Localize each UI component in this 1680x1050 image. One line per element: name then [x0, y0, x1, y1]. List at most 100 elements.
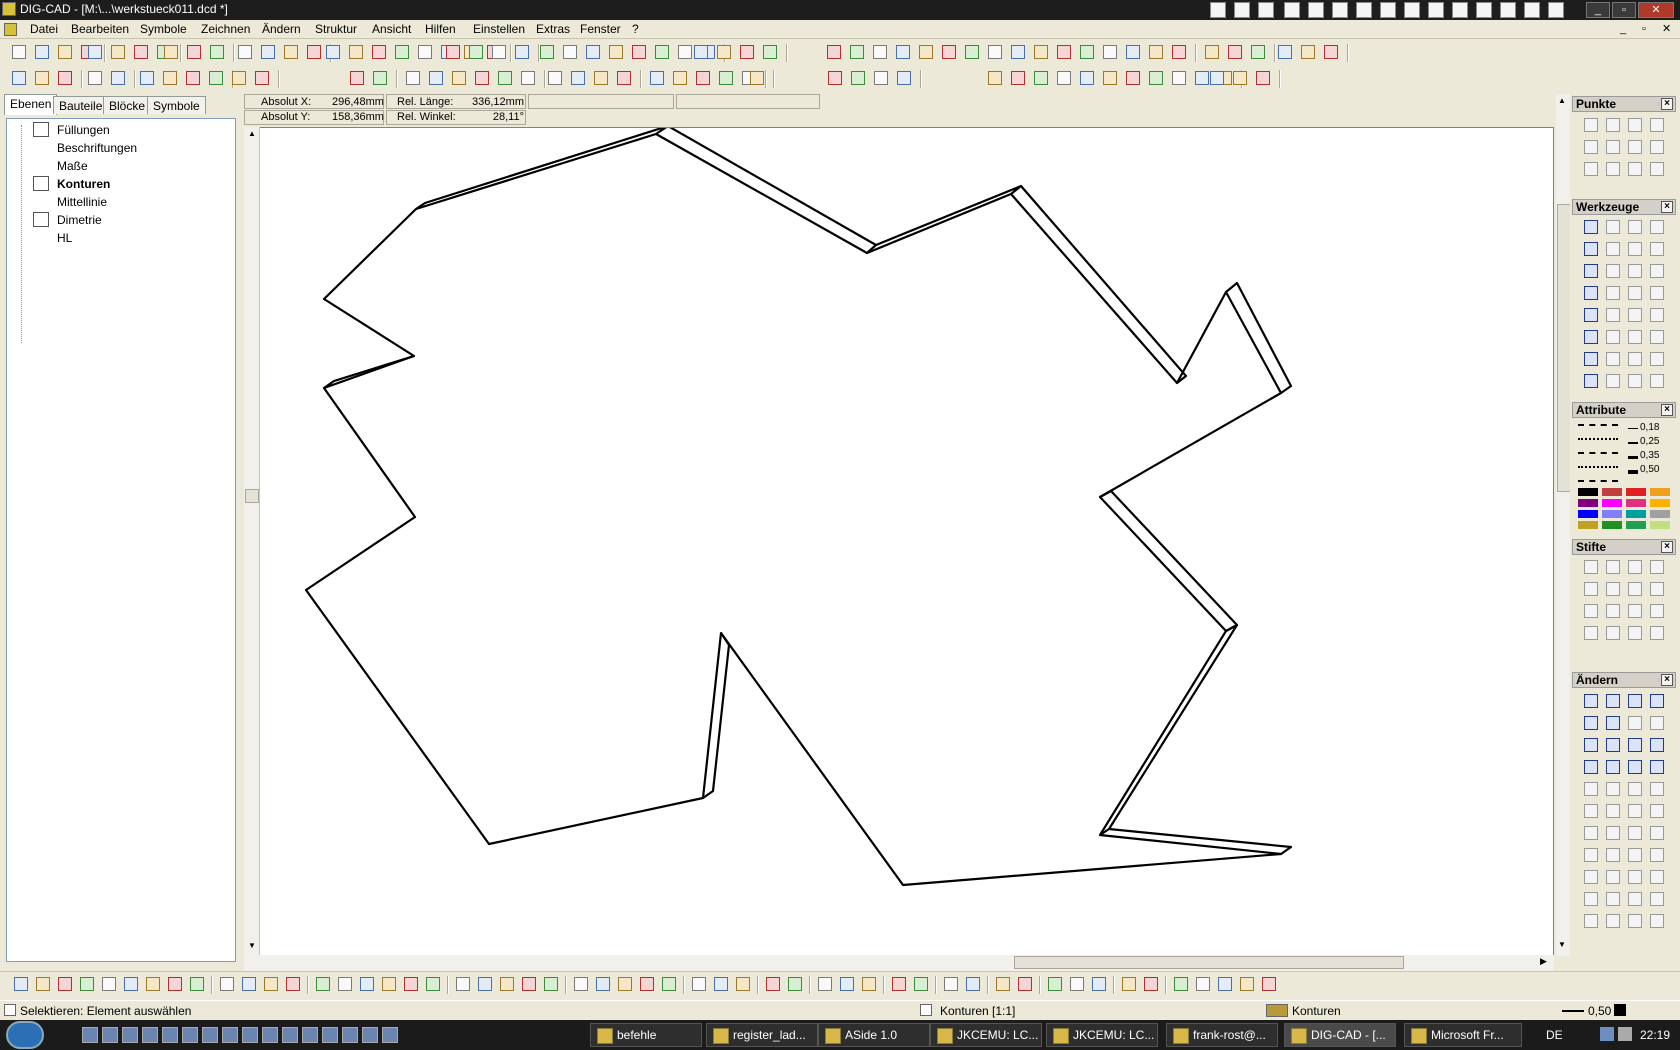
toolbar-tool-icon[interactable] — [305, 43, 323, 61]
panel-tool-icon[interactable] — [1604, 558, 1622, 576]
panel-tool-icon[interactable] — [1604, 780, 1622, 798]
toolbar-tool-icon[interactable] — [253, 69, 271, 87]
mdi-minimize-icon[interactable]: _ — [1620, 23, 1626, 35]
toolbar-tool-icon[interactable] — [986, 43, 1004, 61]
color-swatch[interactable] — [1578, 510, 1598, 518]
quick-app-icon[interactable] — [1428, 2, 1444, 18]
panel-tool-icon[interactable] — [1648, 284, 1666, 302]
panel-tool-icon[interactable] — [1626, 624, 1644, 642]
toolbar-tool-icon[interactable] — [56, 43, 74, 61]
panel-tool-icon[interactable] — [1604, 240, 1622, 258]
panel-tool-icon[interactable] — [1604, 714, 1622, 732]
toolbar-tool-icon[interactable] — [1046, 975, 1064, 993]
tab-symbole[interactable]: Symbole — [147, 96, 206, 114]
layer-type-icon[interactable] — [33, 176, 49, 191]
app-icon[interactable] — [2, 2, 16, 16]
toolbar-tool-icon[interactable] — [1147, 69, 1165, 87]
panel-tool-icon[interactable] — [1626, 116, 1644, 134]
toolbar-tool-icon[interactable] — [1055, 43, 1073, 61]
toolbar-tool-icon[interactable] — [940, 43, 958, 61]
panel-tool-icon[interactable] — [1604, 736, 1622, 754]
toolbar-tool-icon[interactable] — [132, 43, 150, 61]
toolbar-tool-icon[interactable] — [56, 69, 74, 87]
color-swatch[interactable] — [1626, 521, 1646, 529]
toolbar-tool-icon[interactable] — [78, 975, 96, 993]
panel-tool-icon[interactable] — [1648, 692, 1666, 710]
layer-item[interactable]: Konturen — [57, 177, 110, 191]
panel-tool-icon[interactable] — [1582, 890, 1600, 908]
menu-struktur[interactable]: Struktur — [315, 22, 357, 36]
toolbar-tool-icon[interactable] — [816, 975, 834, 993]
toolbar-tool-icon[interactable] — [240, 975, 258, 993]
toolbar-tool-icon[interactable] — [748, 69, 766, 87]
panel-tool-icon[interactable] — [1648, 580, 1666, 598]
layer-item[interactable]: Mittellinie — [57, 195, 107, 209]
panel-tool-icon[interactable] — [1626, 580, 1644, 598]
canvas-left-scrollbar[interactable]: ▲ ▼ — [244, 127, 260, 957]
panel-tool-icon[interactable] — [1604, 116, 1622, 134]
panel-tool-icon[interactable] — [1582, 846, 1600, 864]
toolbar-tool-icon[interactable] — [1249, 43, 1267, 61]
quick-app-icon[interactable] — [1234, 2, 1250, 18]
scroll-right-icon[interactable]: ▶ — [1540, 956, 1547, 967]
panel-tool-icon[interactable] — [1626, 868, 1644, 886]
toolbar-tool-icon[interactable] — [1055, 69, 1073, 87]
quick-launch-icon[interactable] — [242, 1027, 258, 1043]
toolbar-tool-icon[interactable] — [849, 69, 867, 87]
toolbar-tool-icon[interactable] — [56, 975, 74, 993]
toolbar-tool-icon[interactable] — [848, 43, 866, 61]
toolbar-tool-icon[interactable] — [1299, 43, 1317, 61]
toolbar-tool-icon[interactable] — [348, 69, 366, 87]
toolbar-tool-icon[interactable] — [473, 69, 491, 87]
toolbar-tool-icon[interactable] — [109, 43, 127, 61]
toolbar-tool-icon[interactable] — [86, 69, 104, 87]
quick-app-icon[interactable] — [1380, 2, 1396, 18]
toolbar-tool-icon[interactable] — [690, 975, 708, 993]
toolbar-tool-icon[interactable] — [1101, 43, 1119, 61]
panel-tool-icon[interactable] — [1582, 306, 1600, 324]
close-icon[interactable]: × — [1661, 404, 1673, 416]
toolbar-tool-icon[interactable] — [33, 69, 51, 87]
menu-bearbeiten[interactable]: Bearbeiten — [71, 22, 129, 36]
toolbar-tool-icon[interactable] — [1120, 975, 1138, 993]
panel-tool-icon[interactable] — [1648, 912, 1666, 930]
toolbar-tool-icon[interactable] — [986, 69, 1004, 87]
toolbar-tool-icon[interactable] — [638, 975, 656, 993]
toolbar-tool-icon[interactable] — [444, 43, 462, 61]
toolbar-tool-icon[interactable] — [161, 69, 179, 87]
panel-tool-icon[interactable] — [1626, 714, 1644, 732]
panel-tool-icon[interactable] — [1626, 306, 1644, 324]
menu-help[interactable]: ? — [632, 22, 639, 36]
color-swatch[interactable] — [1626, 510, 1646, 518]
color-swatch[interactable] — [1602, 510, 1622, 518]
maximize-button[interactable]: ▫ — [1612, 2, 1636, 18]
quick-app-icon[interactable] — [1476, 2, 1492, 18]
toolbar-tool-icon[interactable] — [347, 43, 365, 61]
taskbar-button[interactable]: JKCEMU: LC... — [1046, 1023, 1158, 1047]
scroll-up-icon[interactable]: ▲ — [1558, 96, 1566, 105]
toolbar-tool-icon[interactable] — [218, 975, 236, 993]
layer-type-icon[interactable] — [33, 212, 49, 227]
toolbar-tool-icon[interactable] — [336, 975, 354, 993]
toolbar-tool-icon[interactable] — [393, 43, 411, 61]
toolbar-tool-icon[interactable] — [872, 69, 890, 87]
toolbar-tool-icon[interactable] — [712, 975, 730, 993]
color-swatch[interactable] — [1626, 499, 1646, 507]
panel-tool-icon[interactable] — [1626, 160, 1644, 178]
mdi-close-icon[interactable]: ✕ — [1662, 22, 1671, 35]
toolbar-tool-icon[interactable] — [416, 43, 434, 61]
quick-launch-icon[interactable] — [202, 1027, 218, 1043]
quick-launch-icon[interactable] — [342, 1027, 358, 1043]
panel-tool-icon[interactable] — [1582, 692, 1600, 710]
taskbar-button[interactable]: JKCEMU: LC... — [930, 1023, 1042, 1047]
toolbar-tool-icon[interactable] — [404, 69, 422, 87]
panel-tool-icon[interactable] — [1604, 602, 1622, 620]
layer-item[interactable]: Füllungen — [57, 123, 110, 137]
quick-launch-icon[interactable] — [222, 1027, 238, 1043]
color-swatch[interactable] — [1578, 499, 1598, 507]
panel-tool-icon[interactable] — [1626, 780, 1644, 798]
quick-app-icon[interactable] — [1404, 2, 1420, 18]
toolbar-tool-icon[interactable] — [1090, 975, 1108, 993]
toolbar-tool-icon[interactable] — [942, 975, 960, 993]
toolbar-tool-icon[interactable] — [380, 975, 398, 993]
